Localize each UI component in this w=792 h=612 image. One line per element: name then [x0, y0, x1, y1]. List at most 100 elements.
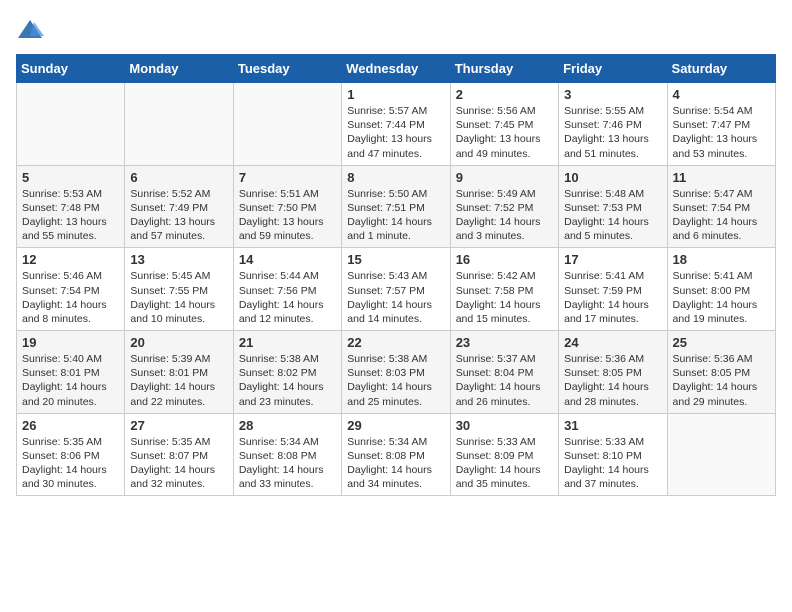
weekday-header-thursday: Thursday: [450, 55, 558, 83]
day-info: Sunrise: 5:48 AM Sunset: 7:53 PM Dayligh…: [564, 187, 661, 244]
calendar-cell: [667, 413, 775, 496]
day-info: Sunrise: 5:57 AM Sunset: 7:44 PM Dayligh…: [347, 104, 444, 161]
day-info: Sunrise: 5:52 AM Sunset: 7:49 PM Dayligh…: [130, 187, 227, 244]
day-number: 1: [347, 87, 444, 102]
day-number: 23: [456, 335, 553, 350]
day-number: 14: [239, 252, 336, 267]
day-info: Sunrise: 5:33 AM Sunset: 8:09 PM Dayligh…: [456, 435, 553, 492]
calendar-cell: 7 Sunrise: 5:51 AM Sunset: 7:50 PM Daylig…: [233, 165, 341, 248]
calendar-cell: 25Sunrise: 5:36 AM Sunset: 8:05 PM Dayli…: [667, 331, 775, 414]
day-number: 8: [347, 170, 444, 185]
calendar-cell: [125, 83, 233, 166]
page-header: [16, 16, 776, 44]
day-info: Sunrise: 5:38 AM Sunset: 8:02 PM Dayligh…: [239, 352, 336, 409]
day-info: Sunrise: 5:55 AM Sunset: 7:46 PM Dayligh…: [564, 104, 661, 161]
day-number: 9: [456, 170, 553, 185]
calendar-cell: 24 Sunrise: 5:36 AM Sunset: 8:05 PM Dayli…: [559, 331, 667, 414]
calendar-cell: [17, 83, 125, 166]
day-info: Sunrise: 5:54 AM Sunset: 7:47 PM Dayligh…: [673, 104, 770, 161]
day-info: Sunrise: 5:33 AM Sunset: 8:10 PM Dayligh…: [564, 435, 661, 492]
day-number: 10: [564, 170, 661, 185]
day-info: Sunrise: 5:44 AM Sunset: 7:56 PM Dayligh…: [239, 269, 336, 326]
day-info: Sunrise: 5:41 AM Sunset: 8:00 PM Dayligh…: [673, 269, 770, 326]
calendar-cell: 17 Sunrise: 5:41 AM Sunset: 7:59 PM Dayli…: [559, 248, 667, 331]
calendar-cell: 30 Sunrise: 5:33 AM Sunset: 8:09 PM Dayli…: [450, 413, 558, 496]
day-number: 16: [456, 252, 553, 267]
calendar-cell: 14 Sunrise: 5:44 AM Sunset: 7:56 PM Dayli…: [233, 248, 341, 331]
calendar-cell: 9 Sunrise: 5:49 AM Sunset: 7:52 PM Daylig…: [450, 165, 558, 248]
calendar-cell: 20 Sunrise: 5:39 AM Sunset: 8:01 PM Dayli…: [125, 331, 233, 414]
calendar-cell: 2Sunrise: 5:56 AM Sunset: 7:45 PM Daylig…: [450, 83, 558, 166]
calendar-cell: 29 Sunrise: 5:34 AM Sunset: 8:08 PM Dayli…: [342, 413, 450, 496]
calendar-cell: 21 Sunrise: 5:38 AM Sunset: 8:02 PM Dayli…: [233, 331, 341, 414]
weekday-header-tuesday: Tuesday: [233, 55, 341, 83]
day-info: Sunrise: 5:46 AM Sunset: 7:54 PM Dayligh…: [22, 269, 119, 326]
weekday-header-saturday: Saturday: [667, 55, 775, 83]
calendar-week-row: 26 Sunrise: 5:35 AM Sunset: 8:06 PM Dayli…: [17, 413, 776, 496]
logo-icon: [16, 16, 44, 44]
day-number: 19: [22, 335, 119, 350]
weekday-header-row: SundayMondayTuesdayWednesdayThursdayFrid…: [17, 55, 776, 83]
calendar-cell: 15Sunrise: 5:43 AM Sunset: 7:57 PM Dayli…: [342, 248, 450, 331]
day-info: Sunrise: 5:45 AM Sunset: 7:55 PM Dayligh…: [130, 269, 227, 326]
day-info: Sunrise: 5:36 AM Sunset: 8:05 PM Dayligh…: [564, 352, 661, 409]
logo: [16, 16, 48, 44]
weekday-header-monday: Monday: [125, 55, 233, 83]
day-number: 24: [564, 335, 661, 350]
day-number: 31: [564, 418, 661, 433]
day-info: Sunrise: 5:39 AM Sunset: 8:01 PM Dayligh…: [130, 352, 227, 409]
calendar-week-row: 19 Sunrise: 5:40 AM Sunset: 8:01 PM Dayli…: [17, 331, 776, 414]
calendar-cell: 19 Sunrise: 5:40 AM Sunset: 8:01 PM Dayli…: [17, 331, 125, 414]
day-info: Sunrise: 5:49 AM Sunset: 7:52 PM Dayligh…: [456, 187, 553, 244]
weekday-header-wednesday: Wednesday: [342, 55, 450, 83]
day-number: 26: [22, 418, 119, 433]
day-number: 25: [673, 335, 770, 350]
day-info: Sunrise: 5:53 AM Sunset: 7:48 PM Dayligh…: [22, 187, 119, 244]
day-info: Sunrise: 5:34 AM Sunset: 8:08 PM Dayligh…: [239, 435, 336, 492]
day-number: 27: [130, 418, 227, 433]
day-number: 20: [130, 335, 227, 350]
day-number: 29: [347, 418, 444, 433]
day-number: 21: [239, 335, 336, 350]
calendar-cell: 4Sunrise: 5:54 AM Sunset: 7:47 PM Daylig…: [667, 83, 775, 166]
day-info: Sunrise: 5:51 AM Sunset: 7:50 PM Dayligh…: [239, 187, 336, 244]
day-number: 13: [130, 252, 227, 267]
calendar-cell: 22 Sunrise: 5:38 AM Sunset: 8:03 PM Dayli…: [342, 331, 450, 414]
calendar-cell: 12 Sunrise: 5:46 AM Sunset: 7:54 PM Dayli…: [17, 248, 125, 331]
calendar-week-row: 1 Sunrise: 5:57 AM Sunset: 7:44 PM Daylig…: [17, 83, 776, 166]
day-number: 7: [239, 170, 336, 185]
day-number: 28: [239, 418, 336, 433]
day-number: 17: [564, 252, 661, 267]
day-info: Sunrise: 5:35 AM Sunset: 8:06 PM Dayligh…: [22, 435, 119, 492]
calendar-cell: 27Sunrise: 5:35 AM Sunset: 8:07 PM Dayli…: [125, 413, 233, 496]
day-number: 5: [22, 170, 119, 185]
day-number: 22: [347, 335, 444, 350]
day-number: 11: [673, 170, 770, 185]
day-info: Sunrise: 5:34 AM Sunset: 8:08 PM Dayligh…: [347, 435, 444, 492]
calendar-week-row: 12 Sunrise: 5:46 AM Sunset: 7:54 PM Dayli…: [17, 248, 776, 331]
day-number: 2: [456, 87, 553, 102]
day-number: 30: [456, 418, 553, 433]
day-number: 12: [22, 252, 119, 267]
calendar-cell: 3Sunrise: 5:55 AM Sunset: 7:46 PM Daylig…: [559, 83, 667, 166]
calendar-cell: 8 Sunrise: 5:50 AM Sunset: 7:51 PM Daylig…: [342, 165, 450, 248]
calendar-cell: 28 Sunrise: 5:34 AM Sunset: 8:08 PM Dayli…: [233, 413, 341, 496]
calendar-cell: 31 Sunrise: 5:33 AM Sunset: 8:10 PM Dayli…: [559, 413, 667, 496]
day-info: Sunrise: 5:37 AM Sunset: 8:04 PM Dayligh…: [456, 352, 553, 409]
day-info: Sunrise: 5:38 AM Sunset: 8:03 PM Dayligh…: [347, 352, 444, 409]
calendar-cell: 10 Sunrise: 5:48 AM Sunset: 7:53 PM Dayli…: [559, 165, 667, 248]
day-info: Sunrise: 5:43 AM Sunset: 7:57 PM Dayligh…: [347, 269, 444, 326]
calendar-cell: 11 Sunrise: 5:47 AM Sunset: 7:54 PM Dayli…: [667, 165, 775, 248]
calendar: SundayMondayTuesdayWednesdayThursdayFrid…: [16, 54, 776, 496]
calendar-cell: 5 Sunrise: 5:53 AM Sunset: 7:48 PM Daylig…: [17, 165, 125, 248]
calendar-cell: 6Sunrise: 5:52 AM Sunset: 7:49 PM Daylig…: [125, 165, 233, 248]
day-info: Sunrise: 5:50 AM Sunset: 7:51 PM Dayligh…: [347, 187, 444, 244]
day-info: Sunrise: 5:47 AM Sunset: 7:54 PM Dayligh…: [673, 187, 770, 244]
day-number: 18: [673, 252, 770, 267]
calendar-cell: 16Sunrise: 5:42 AM Sunset: 7:58 PM Dayli…: [450, 248, 558, 331]
day-info: Sunrise: 5:41 AM Sunset: 7:59 PM Dayligh…: [564, 269, 661, 326]
weekday-header-sunday: Sunday: [17, 55, 125, 83]
calendar-cell: 26 Sunrise: 5:35 AM Sunset: 8:06 PM Dayli…: [17, 413, 125, 496]
day-info: Sunrise: 5:40 AM Sunset: 8:01 PM Dayligh…: [22, 352, 119, 409]
calendar-cell: 1 Sunrise: 5:57 AM Sunset: 7:44 PM Daylig…: [342, 83, 450, 166]
